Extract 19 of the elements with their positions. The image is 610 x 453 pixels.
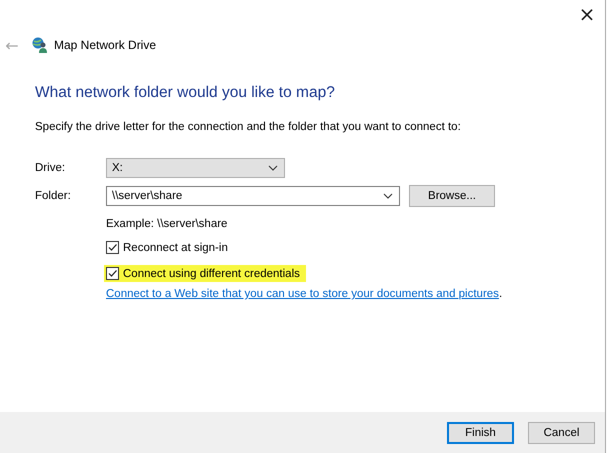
web-site-link[interactable]: Connect to a Web site that you can use to store your documents and pictures	[106, 288, 499, 300]
close-button[interactable]: ×	[575, 2, 599, 26]
checkbox-label: Connect using different credentials	[123, 268, 300, 280]
example-text: Example: \\server\share	[106, 218, 228, 230]
drive-label: Drive:	[35, 162, 66, 174]
page-heading: What network folder would you like to map?	[35, 84, 336, 102]
period-text: .	[498, 288, 502, 300]
cancel-button[interactable]: Cancel	[528, 422, 595, 444]
folder-combo-box[interactable]: \\server\share	[106, 186, 400, 206]
window-title: Map Network Drive	[54, 38, 156, 52]
description-text: Specify the drive letter for the connection and the folder that you want to connect to:	[35, 121, 462, 133]
checkbox[interactable]	[106, 267, 119, 280]
network-drive-icon	[32, 37, 48, 53]
folder-label: Folder:	[35, 190, 72, 202]
checkbox-label: Reconnect at sign-in	[123, 242, 228, 254]
browse-button[interactable]: Browse...	[409, 185, 495, 207]
finish-button[interactable]: Finish	[447, 422, 514, 444]
drive-dropdown[interactable]: X:	[106, 158, 285, 178]
checkbox[interactable]	[106, 241, 119, 254]
